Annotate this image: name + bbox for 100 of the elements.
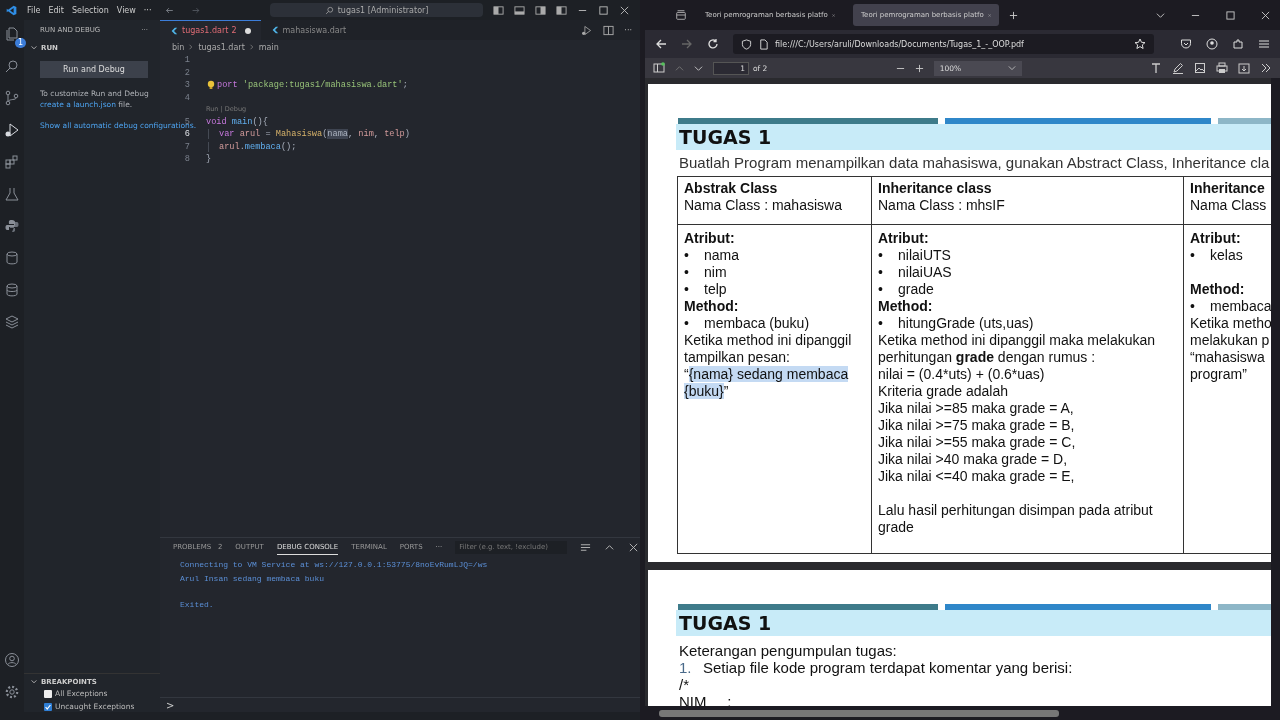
- breadcrumb-item[interactable]: main: [258, 42, 279, 52]
- layers-icon[interactable]: [4, 314, 20, 330]
- database-icon[interactable]: [4, 282, 20, 298]
- download-icon[interactable]: [1238, 62, 1250, 74]
- section-heading: Method:: [1190, 281, 1246, 298]
- bullet-marker: •: [684, 281, 690, 298]
- dart-file-icon: [170, 26, 178, 35]
- body-text: Jika nilai <=40 maka grade = E,: [878, 468, 1076, 485]
- code-line: void main(){: [206, 116, 268, 127]
- page-heading: TUGAS 1: [679, 612, 772, 634]
- chevron-icon: [248, 44, 255, 50]
- list-item-text: grade: [898, 281, 934, 298]
- menu-item[interactable]: File: [27, 5, 41, 15]
- list-item-text: Setiap file kode program terdapat komentar yang berisi:: [703, 659, 1073, 676]
- pen-icon[interactable]: [1172, 62, 1184, 74]
- class-type-heading: Abstrak Class: [684, 180, 779, 197]
- layout-icon[interactable]: [493, 4, 504, 16]
- extensions-icon[interactable]: [1232, 38, 1244, 50]
- account-icon[interactable]: [4, 652, 20, 668]
- bullet-marker: •: [1190, 298, 1196, 315]
- layout-icon[interactable]: [514, 4, 525, 16]
- menu-item[interactable]: Selection: [71, 5, 109, 15]
- pocket-icon[interactable]: [1180, 38, 1192, 50]
- text-tool-icon[interactable]: [1150, 62, 1162, 74]
- clear-console-icon[interactable]: [580, 541, 592, 553]
- run-debug-icon[interactable]: [4, 122, 20, 138]
- line-number: 8: [183, 154, 190, 165]
- search-icon[interactable]: [4, 58, 20, 74]
- vertical-scrollbar[interactable]: [1271, 78, 1280, 706]
- maximize-icon[interactable]: [598, 4, 609, 16]
- section-heading: Method:: [684, 298, 740, 315]
- editor-tab[interactable]: mahasiswa.dart: [260, 20, 357, 40]
- forward-arrow-icon[interactable]: [681, 38, 693, 50]
- body-text: /*: [679, 676, 690, 693]
- flask-icon[interactable]: [4, 186, 20, 202]
- chevron-icon[interactable]: [30, 678, 38, 686]
- star-icon[interactable]: [1134, 38, 1146, 50]
- chevron-down-icon[interactable]: [1156, 10, 1165, 20]
- close-icon[interactable]: [619, 4, 630, 16]
- database-icon[interactable]: [4, 250, 20, 266]
- run-debug-icon[interactable]: [580, 23, 594, 37]
- layout-icon[interactable]: [556, 4, 567, 16]
- extensions-icon[interactable]: [4, 154, 20, 170]
- back-arrow-icon[interactable]: [655, 38, 667, 50]
- code-line: port 'package:tugas1/mahasiswa.dart';: [217, 80, 408, 91]
- address-bar[interactable]: file:///C:/Users/aruli/Downloads/Documents/Tugas_1_-_OOP.pdf: [733, 34, 1154, 54]
- menu-item[interactable]: ···: [143, 5, 152, 15]
- zoom-in-icon[interactable]: [914, 63, 924, 73]
- line-number: 1: [183, 55, 190, 66]
- console-line: Connecting to VM Service at ws://127.0.0.1:53775/8noEvRumLJQ=/ws: [180, 559, 489, 571]
- notification-badge: 1: [14, 38, 26, 48]
- maximize-icon[interactable]: [1226, 10, 1235, 20]
- reload-icon[interactable]: [707, 38, 719, 50]
- line-number: 3: [183, 80, 190, 91]
- checkbox[interactable]: [44, 689, 52, 698]
- console-line: Exited.: [180, 599, 215, 611]
- body-text: Kriteria grade adalah: [878, 383, 1009, 400]
- split-editor-icon[interactable]: [603, 24, 615, 36]
- shield-icon[interactable]: [741, 38, 752, 50]
- command-center[interactable]: tugas1 [Administrator]: [270, 3, 483, 17]
- run-and-debug-button[interactable]: Run and Debug: [40, 61, 148, 78]
- print-icon[interactable]: [1216, 62, 1228, 74]
- new-tab-icon[interactable]: [1009, 10, 1018, 20]
- checkbox[interactable]: [44, 702, 52, 711]
- menu-item[interactable]: Edit: [48, 5, 64, 15]
- chevron-icon: [188, 44, 195, 50]
- search-icon: [324, 5, 334, 15]
- bullet-marker: •: [1190, 247, 1196, 264]
- sidebar-toggle-icon[interactable]: [653, 62, 665, 74]
- body-text: Ketika method ini dipanggil maka melakukan perhitungan grade dengan rumus :: [878, 332, 1157, 366]
- source-control-icon[interactable]: [4, 90, 20, 106]
- list-item-text: nilaiUTS: [898, 247, 951, 264]
- lightbulb-icon[interactable]: [206, 80, 216, 91]
- next-page-icon[interactable]: [694, 63, 703, 73]
- line-number: 4: [183, 93, 190, 104]
- more-actions-button[interactable]: ···: [624, 25, 632, 35]
- settings-icon[interactable]: [4, 684, 20, 700]
- body-text: Ketika method ini dipanggil tampilkan pesan:: [684, 332, 853, 366]
- layout-icon[interactable]: [535, 4, 546, 16]
- menu-icon[interactable]: [1258, 38, 1270, 50]
- close-icon[interactable]: [1261, 10, 1270, 20]
- menu-item[interactable]: View: [116, 5, 136, 15]
- breadcrumb-item[interactable]: bin: [172, 42, 185, 52]
- chevron-icon[interactable]: [30, 44, 38, 52]
- more-tools-icon[interactable]: [1260, 62, 1272, 74]
- breadcrumb-item[interactable]: tugas1.dart: [198, 42, 245, 52]
- tab-list-icon[interactable]: [675, 9, 687, 21]
- list-item-text: nilaiUAS: [898, 264, 952, 281]
- close-icon[interactable]: [628, 541, 640, 553]
- horizontal-scrollbar[interactable]: [645, 706, 1280, 720]
- page-icon: [758, 38, 769, 50]
- bullet-marker: •: [684, 247, 690, 264]
- body-text: Jika nilai >=75 maka grade = B,: [878, 417, 1076, 434]
- section-heading: Atribut:: [878, 230, 930, 247]
- bullet-marker: •: [684, 315, 690, 332]
- dart-file-icon: [270, 26, 279, 34]
- line-number: 2: [183, 67, 190, 78]
- editor-tab[interactable]: tugas1.dart 2: [160, 20, 261, 40]
- image-icon[interactable]: [1194, 62, 1206, 74]
- files-icon[interactable]: [4, 26, 20, 42]
